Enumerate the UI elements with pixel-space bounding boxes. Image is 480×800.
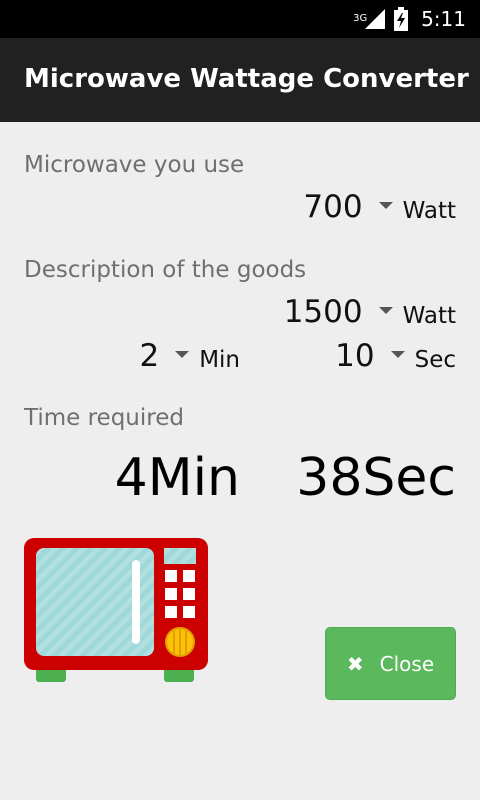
close-button[interactable]: ✖ Close bbox=[325, 627, 456, 700]
microwave-wattage-value: 700 bbox=[303, 189, 363, 225]
microwave-wattage-spinner[interactable]: 700 Watt bbox=[303, 192, 456, 223]
battery-icon bbox=[393, 7, 409, 31]
dropdown-arrow-icon bbox=[378, 202, 393, 209]
goods-wattage-spinner[interactable]: 1500 Watt bbox=[284, 297, 456, 328]
goods-minutes-value: 2 bbox=[139, 338, 160, 374]
network-type: 3G bbox=[353, 13, 368, 24]
dropdown-arrow-icon bbox=[390, 351, 405, 358]
status-time: 5:11 bbox=[421, 7, 466, 31]
app-title: Microwave Wattage Converter bbox=[24, 64, 469, 94]
result-minutes: 4Min bbox=[114, 448, 240, 508]
microwave-icon bbox=[22, 536, 210, 684]
close-button-label: Close bbox=[379, 651, 435, 676]
goods-minutes-spinner[interactable]: 2 Min bbox=[139, 341, 240, 372]
microwave-wattage-unit: Watt bbox=[402, 198, 456, 224]
app-bar: Microwave Wattage Converter bbox=[0, 38, 480, 122]
dropdown-arrow-icon bbox=[175, 351, 190, 358]
goods-label: Description of the goods bbox=[24, 257, 307, 283]
goods-wattage-value: 1500 bbox=[283, 294, 363, 330]
status-bar: 3G 5:11 bbox=[0, 0, 480, 38]
goods-minutes-unit: Min bbox=[199, 347, 240, 373]
signal-icon: 3G bbox=[353, 7, 386, 31]
goods-seconds-value: 10 bbox=[335, 338, 375, 374]
microwave-label: Microwave you use bbox=[24, 152, 245, 178]
goods-seconds-unit: Sec bbox=[414, 347, 456, 373]
goods-wattage-unit: Watt bbox=[402, 303, 456, 329]
dropdown-arrow-icon bbox=[378, 307, 393, 314]
result-label: Time required bbox=[24, 405, 184, 431]
result-seconds: 38Sec bbox=[296, 448, 456, 508]
goods-seconds-spinner[interactable]: 10 Sec bbox=[335, 341, 456, 372]
close-icon: ✖ bbox=[346, 651, 364, 676]
